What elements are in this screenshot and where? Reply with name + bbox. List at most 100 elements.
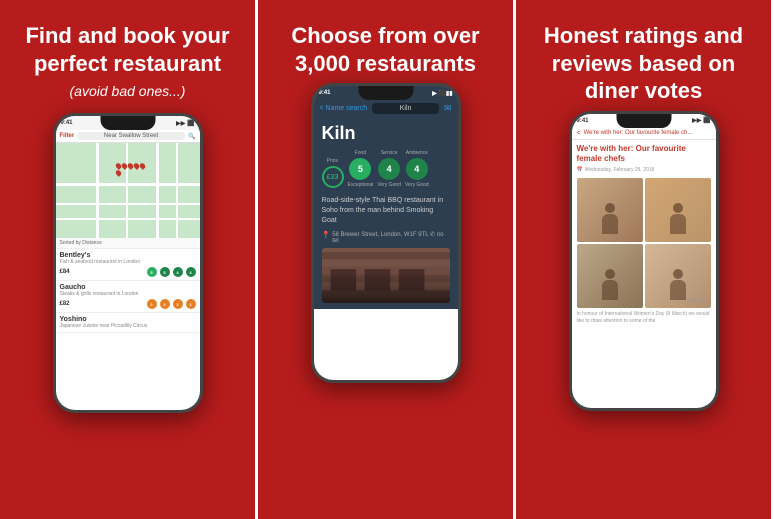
person-silhouette [668, 203, 688, 238]
restaurant-list: Bentley's Fish & seafood restaurant in L… [56, 249, 200, 333]
restaurant-detail: Kiln Price £33 Food 5 Exceptional [314, 117, 458, 309]
message-icon[interactable]: ✉ [444, 103, 452, 114]
article-content: We're with her: Our favourite female che… [572, 140, 716, 329]
restaurant-description: Road-side-style Thai BBQ restaurant in S… [322, 196, 450, 225]
person-head [673, 203, 683, 213]
back-button[interactable]: < Name search [320, 105, 368, 112]
rating-circles: 2 2 2 2 [147, 299, 196, 309]
back-button-3[interactable]: < [577, 130, 581, 137]
toolbar-1: Filter Near Swallow Street 🔍 [56, 130, 200, 143]
restaurant-type: Fish & seafood restaurant in London [60, 259, 196, 265]
phone-1-notch [100, 116, 155, 130]
sort-label: Sorted by Distance [56, 238, 200, 249]
map-road [56, 183, 200, 186]
restaurant-name: Yoshino [60, 316, 196, 323]
panel-1: Find and book your perfect restaurant (a… [0, 0, 258, 519]
location-icon: 📍 [322, 231, 331, 239]
location-display: Near Swallow Street [77, 132, 185, 140]
price-circle: £33 [322, 166, 344, 188]
date-text: Wednesday, February 28, 2018 [585, 167, 655, 173]
restaurant-name: Bentley's [60, 252, 196, 259]
restaurant-photo [322, 248, 450, 303]
photo-cell-2 [645, 178, 711, 242]
restaurant-type: Steaks & grills restaurant in London [60, 291, 196, 297]
photo-cell-4: Harden's [645, 244, 711, 308]
service-col: Service 4 Very Good [377, 150, 401, 188]
navbar-3: < We're with her: Our favourite female c… [572, 128, 716, 140]
phone-2-screen: 9:41 ▶ ⬛▮▮ < Name search Kiln ✉ Kiln [314, 86, 458, 380]
screen-1: 9:41 ▶▶ ⬛ Filter Near Swallow Street 🔍 [56, 116, 200, 333]
article-caption: In honour of International Women's Day (… [577, 311, 711, 324]
person-body [670, 214, 686, 234]
address-text: 58 Brewer Street, London, W1F 9TL ✆ no t… [332, 231, 449, 244]
person-silhouette [668, 269, 688, 304]
photo-cell-1 [577, 178, 643, 242]
price-col: Price £33 [322, 158, 344, 188]
person-head [605, 203, 615, 213]
person-head [673, 269, 683, 279]
phone-1-screen: 9:41 ▶▶ ⬛ Filter Near Swallow Street 🔍 [56, 116, 200, 410]
person-silhouette [600, 203, 620, 238]
map-road [96, 143, 99, 238]
panel-1-title: Find and book your perfect restaurant [18, 22, 237, 77]
person-body [602, 280, 618, 300]
list-item[interactable]: Gaucho Steaks & grills restaurant in Lon… [56, 281, 200, 313]
food-label: Food [355, 150, 366, 156]
logo-watermark: Harden's [687, 298, 707, 304]
status-icons-3: ▶▶ ⬛ [692, 117, 710, 124]
map-road [156, 143, 159, 238]
screen-3: 9:41 ▶▶ ⬛ < We're with her: Our favourit… [572, 114, 716, 329]
service-rating2: 4 [173, 267, 183, 277]
ambience-col: Ambience 4 Very Good [405, 150, 429, 188]
service-rating: 5 [160, 267, 170, 277]
photo-overlay [322, 273, 450, 303]
screen-2: 9:41 ▶ ⬛▮▮ < Name search Kiln ✉ Kiln [314, 86, 458, 309]
food-sub: Exceptional [348, 182, 374, 188]
service-sub: Very Good [377, 182, 401, 188]
food-col: Food 5 Exceptional [348, 150, 374, 188]
list-item[interactable]: Bentley's Fish & seafood restaurant in L… [56, 249, 200, 281]
phone-3-screen: 9:41 ▶▶ ⬛ < We're with her: Our favourit… [572, 114, 716, 408]
nav-breadcrumb: We're with her: Our favourite female ch.… [584, 130, 711, 136]
food-circle: 5 [349, 158, 371, 180]
list-item[interactable]: Yoshino Japanese cuisine near Piccadilly… [56, 313, 200, 333]
price-label: Price [327, 158, 338, 164]
restaurant-name: Gaucho [60, 284, 196, 291]
map-pin-cluster [116, 163, 146, 176]
filter-button[interactable]: Filter [60, 133, 75, 139]
service-rating: 2 [173, 299, 183, 309]
price-rating: 2 [147, 299, 157, 309]
ambience-sub: Very Good [405, 182, 429, 188]
map-view[interactable] [56, 143, 200, 238]
restaurant-row: £82 2 2 2 2 [60, 299, 196, 309]
ambience-rating: 4 [186, 267, 196, 277]
calendar-icon: 📅 [577, 167, 583, 173]
restaurant-name-detail: Kiln [322, 123, 450, 144]
service-circle: 4 [378, 158, 400, 180]
price: £82 [60, 301, 70, 307]
person-body [602, 214, 618, 234]
map-road [176, 143, 178, 238]
search-bar[interactable]: Kiln [372, 103, 439, 114]
photo-cell-3 [577, 244, 643, 308]
status-icons-2: ▶ ⬛▮▮ [432, 90, 452, 97]
panel-3-title: Honest ratings and reviews based on dine… [534, 22, 753, 105]
ratings-row: Price £33 Food 5 Exceptional Service 4 [322, 150, 450, 188]
status-icons-1: ▶▶ ⬛ [176, 120, 194, 127]
restaurant-type: Japanese cuisine near Piccadilly Circus [60, 323, 196, 329]
search-icon[interactable]: 🔍 [188, 133, 195, 140]
article-date: 📅 Wednesday, February 28, 2018 [577, 167, 711, 173]
panel-3: Honest ratings and reviews based on dine… [516, 0, 774, 519]
article-title: We're with her: Our favourite female che… [577, 144, 711, 165]
phone-3-notch [616, 114, 671, 128]
navbar-2: < Name search Kiln ✉ [314, 100, 458, 117]
time-2: 9:41 [319, 90, 331, 96]
person-body [670, 280, 686, 300]
panel-2-title: Choose from over 3,000 restaurants [276, 22, 495, 77]
phone-2: 9:41 ▶ ⬛▮▮ < Name search Kiln ✉ Kiln [311, 83, 461, 383]
panel-1-subtitle: (avoid bad ones...) [70, 83, 186, 99]
panel-2: Choose from over 3,000 restaurants 9:41 … [258, 0, 516, 519]
ambience-circle: 4 [406, 158, 428, 180]
map-pin[interactable] [114, 169, 122, 177]
map-pin[interactable] [138, 162, 146, 170]
